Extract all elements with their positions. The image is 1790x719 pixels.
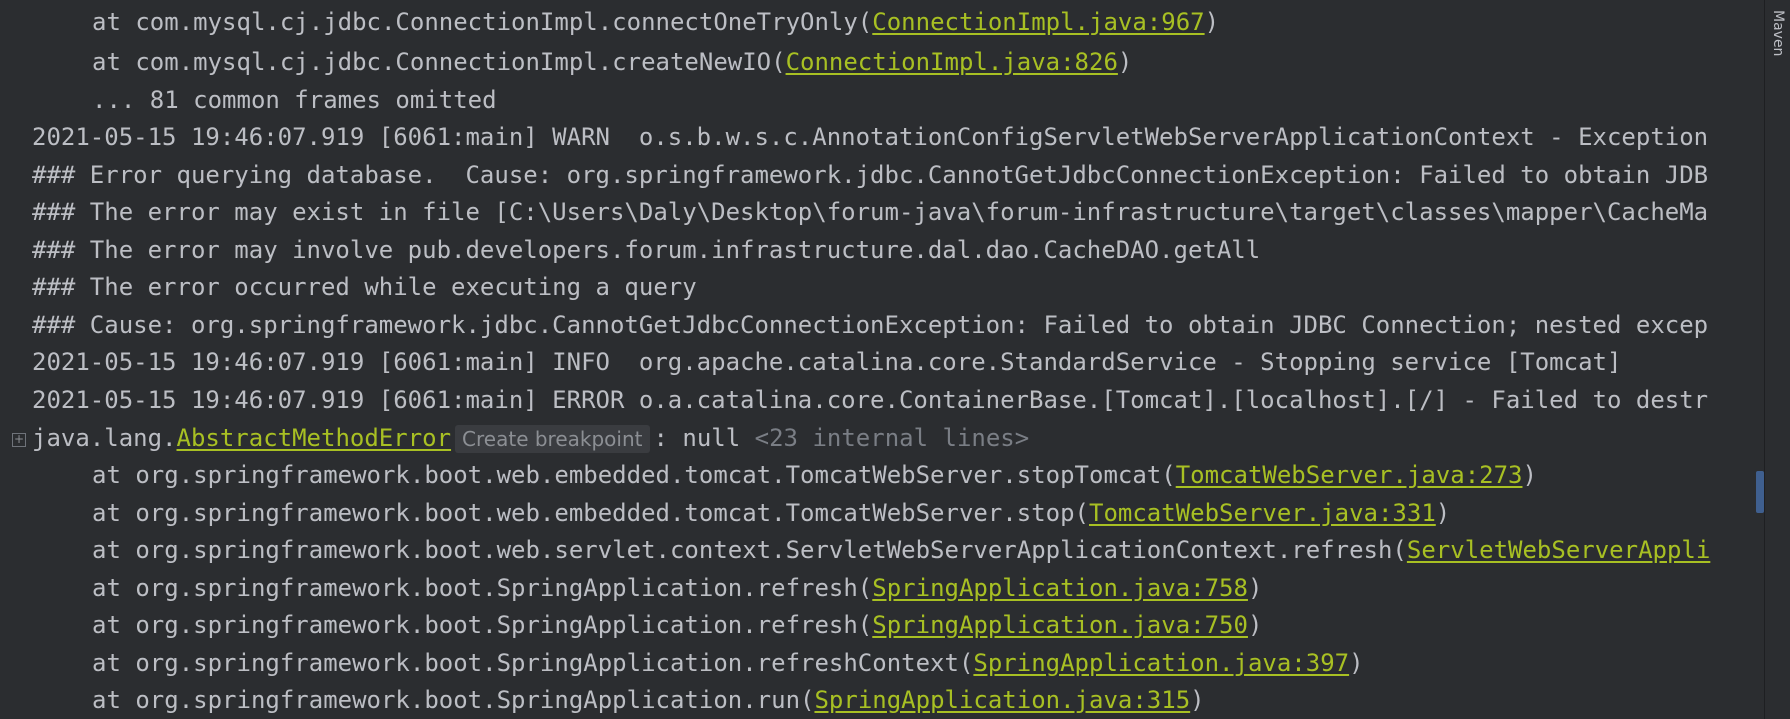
- log-line-error-detail: ### The error may involve pub.developers…: [32, 236, 1261, 264]
- source-link[interactable]: ServletWebServerAppli: [1407, 536, 1710, 564]
- maven-tool-tab[interactable]: Maven: [1770, 10, 1786, 90]
- source-link[interactable]: SpringApplication.java:315: [814, 686, 1190, 714]
- source-link[interactable]: SpringApplication.java:750: [872, 611, 1248, 639]
- log-line-error: 2021-05-15 19:46:07.919 [6061:main] ERRO…: [32, 386, 1709, 414]
- stack-frame-line: at com.mysql.cj.jdbc.ConnectionImpl.crea…: [92, 48, 1133, 76]
- log-line-error-detail: ### The error occurred while executing a…: [32, 273, 697, 301]
- log-line-info: 2021-05-15 19:46:07.919 [6061:main] INFO…: [32, 348, 1622, 376]
- log-line-warn: 2021-05-15 19:46:07.919 [6061:main] WARN…: [32, 123, 1709, 151]
- console-output[interactable]: at com.mysql.cj.jdbc.ConnectionImpl.conn…: [0, 0, 1764, 719]
- log-line-error-detail: ### The error may exist in file [C:\User…: [32, 198, 1709, 226]
- expand-fold-icon[interactable]: +: [12, 433, 26, 447]
- source-link[interactable]: TomcatWebServer.java:273: [1176, 461, 1523, 489]
- right-tool-strip: [1764, 0, 1790, 719]
- stack-frame-line: at org.springframework.boot.web.embedded…: [92, 461, 1537, 489]
- log-line-error-detail: ### Cause: org.springframework.jdbc.Cann…: [32, 311, 1709, 339]
- stack-frame-line: at org.springframework.boot.web.servlet.…: [92, 536, 1711, 564]
- frames-omitted-line: ... 81 common frames omitted: [92, 86, 497, 114]
- source-link[interactable]: TomcatWebServer.java:331: [1089, 499, 1436, 527]
- exception-class-link[interactable]: AbstractMethodError: [177, 424, 452, 452]
- stack-frame-line: at org.springframework.boot.web.embedded…: [92, 499, 1451, 527]
- stack-frame-line: at org.springframework.boot.SpringApplic…: [92, 574, 1263, 602]
- create-breakpoint-hint[interactable]: Create breakpoint: [455, 425, 650, 453]
- source-link[interactable]: SpringApplication.java:397: [973, 649, 1349, 677]
- source-link[interactable]: ConnectionImpl.java:967: [872, 8, 1204, 36]
- exception-line: java.lang.AbstractMethodError Create brea…: [32, 424, 1030, 453]
- stack-frame-line: at org.springframework.boot.SpringApplic…: [92, 611, 1263, 639]
- editor-scrollbar-track[interactable]: [1748, 0, 1764, 719]
- stack-frame-line: at com.mysql.cj.jdbc.ConnectionImpl.conn…: [92, 8, 1220, 36]
- stack-frame-line: at org.springframework.boot.SpringApplic…: [92, 649, 1364, 677]
- source-link[interactable]: ConnectionImpl.java:826: [786, 48, 1118, 76]
- run-console-window: at com.mysql.cj.jdbc.ConnectionImpl.conn…: [0, 0, 1790, 719]
- scrollbar-marker[interactable]: [1756, 471, 1764, 513]
- folded-internal-lines[interactable]: <23 internal lines>: [755, 424, 1030, 452]
- source-link[interactable]: SpringApplication.java:758: [872, 574, 1248, 602]
- log-line-error-detail: ### Error querying database. Cause: org.…: [32, 161, 1709, 189]
- stack-frame-line: at org.springframework.boot.SpringApplic…: [92, 686, 1205, 714]
